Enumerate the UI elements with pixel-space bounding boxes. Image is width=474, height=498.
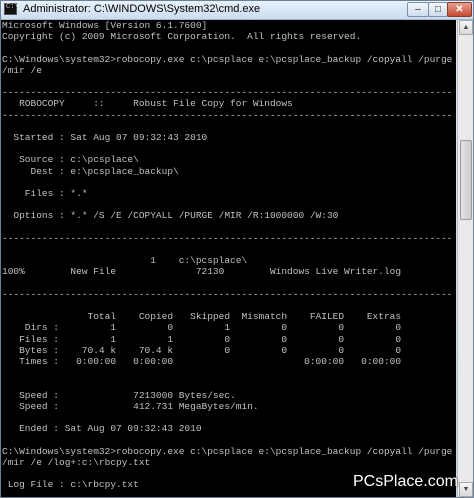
console-output[interactable]: Microsoft Windows [Version 6.1.7600] Cop…: [1, 20, 456, 497]
window-title: Administrator: C:\WINDOWS\System32\cmd.e…: [23, 3, 261, 15]
scrollbar-thumb[interactable]: [460, 140, 472, 220]
cmd-window: Administrator: C:\WINDOWS\System32\cmd.e…: [0, 0, 474, 498]
vertical-scrollbar[interactable]: ▲ ▼: [457, 20, 473, 497]
watermark: PCsPlace.com: [353, 473, 458, 490]
title-bar[interactable]: Administrator: C:\WINDOWS\System32\cmd.e…: [1, 1, 473, 20]
console-text: Microsoft Windows [Version 6.1.7600] Cop…: [2, 20, 453, 491]
close-button[interactable]: ✕: [447, 2, 472, 17]
cmd-icon[interactable]: [4, 3, 19, 15]
scroll-down-arrow-icon[interactable]: ▼: [459, 482, 473, 497]
maximize-button[interactable]: □: [428, 2, 448, 17]
minimize-button[interactable]: –: [407, 2, 429, 17]
scroll-up-arrow-icon[interactable]: ▲: [459, 20, 473, 35]
